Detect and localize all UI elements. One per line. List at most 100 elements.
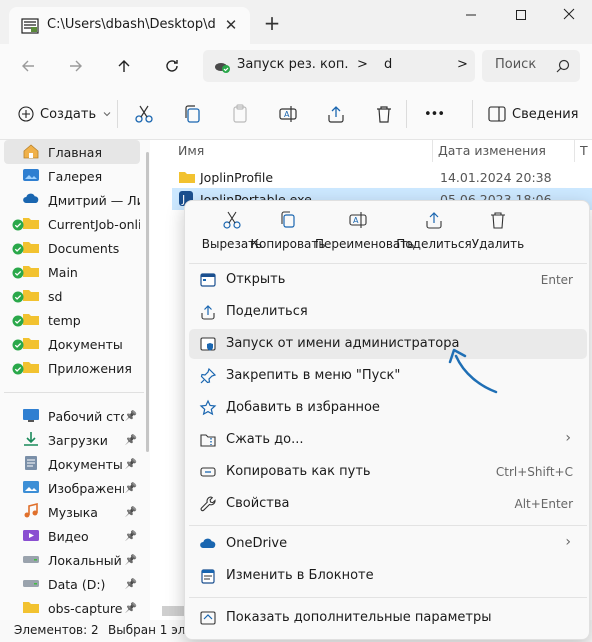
drive-icon bbox=[22, 551, 44, 569]
back-button[interactable] bbox=[14, 52, 42, 80]
sidebar-item[interactable]: Main bbox=[4, 260, 140, 284]
sidebar-item[interactable]: Галерея bbox=[4, 164, 140, 188]
sync-check-icon bbox=[12, 363, 24, 375]
sidebar-item-label: Documents bbox=[48, 240, 120, 256]
scissors-icon[interactable] bbox=[132, 102, 156, 126]
arrow-right-icon bbox=[70, 60, 82, 72]
sidebar-item[interactable]: CurrentJob-onli bbox=[4, 212, 140, 236]
menu-item-share[interactable]: Поделиться bbox=[189, 297, 587, 327]
sync-check-icon bbox=[12, 291, 24, 303]
toolbar-divider bbox=[472, 100, 473, 128]
share-icon[interactable] bbox=[324, 102, 348, 126]
sidebar-item-label: Видео bbox=[48, 528, 89, 544]
menu-item-add-favorites[interactable]: Добавить в избранное bbox=[189, 393, 587, 423]
sidebar-item-label: Главная bbox=[48, 144, 102, 160]
sidebar-item[interactable]: Локальный ди📌 bbox=[4, 548, 140, 572]
file-row-folder[interactable]: JoplinProfile 14.01.2024 20:38 bbox=[172, 166, 592, 188]
menu-item-label: Запуск от имени администратора bbox=[226, 336, 460, 351]
search-input[interactable]: Поиск bbox=[482, 50, 580, 82]
menu-item-open[interactable]: Открыть Enter bbox=[189, 265, 587, 295]
sidebar-item[interactable]: Документы 📌 bbox=[4, 452, 140, 476]
up-button[interactable] bbox=[110, 52, 138, 80]
menu-item-notepad[interactable]: Изменить в Блокноте bbox=[189, 561, 587, 591]
sidebar-item[interactable]: obs-capture 📌 bbox=[4, 596, 140, 620]
sidebar-item-label: obs-capture bbox=[48, 600, 123, 616]
sidebar-item-label: sd bbox=[48, 288, 63, 304]
column-header-date[interactable]: Дата изменения bbox=[438, 140, 546, 162]
menu-item-properties[interactable]: Свойства Alt+Enter bbox=[189, 489, 587, 519]
sidebar-item-label: Изображения bbox=[48, 480, 124, 496]
breadcrumb-chevron-icon[interactable]: > bbox=[457, 57, 468, 72]
new-tab-button[interactable]: + bbox=[261, 12, 283, 34]
sidebar-item[interactable]: Documents bbox=[4, 236, 140, 260]
sidebar-item[interactable]: Дмитрий — Личн bbox=[4, 188, 140, 212]
refresh-button[interactable] bbox=[158, 52, 186, 80]
create-button[interactable]: Создать bbox=[18, 102, 112, 126]
shortcut-label: Enter bbox=[540, 273, 573, 287]
sidebar-item[interactable]: Музыка 📌 bbox=[4, 500, 140, 524]
sync-check-icon bbox=[12, 267, 24, 279]
breadcrumb-d[interactable]: d bbox=[384, 57, 392, 72]
menu-item-copy-path[interactable]: Копировать как путь Ctrl+Shift+C bbox=[189, 457, 587, 487]
paste-icon[interactable] bbox=[228, 102, 252, 126]
trash-icon[interactable] bbox=[372, 102, 396, 126]
rename-icon[interactable]: A bbox=[276, 102, 300, 126]
breadcrumb-chevron-icon[interactable]: > bbox=[357, 57, 368, 72]
pin-icon: 📌 bbox=[124, 602, 138, 614]
sidebar-item[interactable]: sd bbox=[4, 284, 140, 308]
column-header-name[interactable]: Имя bbox=[178, 140, 204, 162]
menu-item-compress[interactable]: Сжать до... › bbox=[189, 425, 587, 455]
maximize-button[interactable] bbox=[498, 6, 544, 28]
sidebar-item-label: Документы bbox=[48, 456, 123, 472]
minimize-button[interactable] bbox=[448, 6, 494, 28]
sidebar-item[interactable]: Приложения bbox=[4, 356, 140, 380]
refresh-icon bbox=[166, 60, 178, 72]
sidebar-item-label: Галерея bbox=[48, 168, 103, 184]
scissors-icon bbox=[223, 211, 241, 229]
more-options-icon bbox=[200, 611, 216, 625]
breadcrumb-backup[interactable]: Запуск рез. коп. bbox=[237, 57, 349, 72]
menu-item-onedrive[interactable]: OneDrive › bbox=[189, 529, 587, 559]
onedrive-icon bbox=[200, 538, 216, 548]
desktop-icon bbox=[22, 407, 44, 425]
column-header-type[interactable]: Т bbox=[580, 140, 588, 162]
folder-icon bbox=[12, 359, 44, 377]
sync-check-icon bbox=[12, 219, 24, 231]
sidebar-item[interactable]: Изображения📌 bbox=[4, 476, 140, 500]
sidebar-item[interactable]: Data (D:) 📌 bbox=[4, 572, 140, 596]
context-menu: Вырезать Копировать A Переименовать Поде… bbox=[184, 200, 590, 640]
menu-item-pin-start[interactable]: Закрепить в меню "Пуск" bbox=[189, 361, 587, 391]
menu-divider bbox=[189, 263, 587, 264]
more-options-button[interactable]: ••• bbox=[424, 102, 445, 126]
sidebar-item[interactable]: Рабочий стол📌 bbox=[4, 404, 140, 428]
menu-item-run-as-admin[interactable]: Запуск от имени администратора bbox=[189, 329, 587, 359]
sidebar-item[interactable]: Видео 📌 bbox=[4, 524, 140, 548]
menu-divider bbox=[189, 525, 587, 526]
sidebar-item[interactable]: temp bbox=[4, 308, 140, 332]
tab-current[interactable]: C:\Users\dbash\Desktop\d ✕ bbox=[9, 7, 250, 44]
menu-item-label: Сжать до... bbox=[226, 432, 304, 447]
folder-icon bbox=[12, 311, 44, 329]
details-label: Сведения bbox=[512, 106, 579, 122]
pin-icon: 📌 bbox=[124, 530, 138, 542]
command-bar: Создать A ••• Сведения bbox=[0, 88, 592, 140]
sidebar-item[interactable]: Загрузки 📌 bbox=[4, 428, 140, 452]
copy-icon[interactable] bbox=[180, 102, 204, 126]
file-name: JoplinProfile bbox=[200, 170, 274, 185]
sidebar-scrollbar[interactable] bbox=[146, 152, 149, 452]
navigation-pane: Главная Галерея Дмитрий — Личн CurrentJob-o… bbox=[0, 140, 150, 620]
rename-button[interactable]: A Переименовать bbox=[315, 209, 414, 257]
horizontal-scrollbar[interactable] bbox=[162, 606, 184, 616]
toolbar-divider bbox=[117, 100, 118, 128]
sidebar-item[interactable]: Главная bbox=[4, 140, 140, 164]
delete-button[interactable]: Удалить bbox=[455, 209, 541, 257]
sidebar-item[interactable]: Документы bbox=[4, 332, 140, 356]
sync-check-icon bbox=[12, 339, 24, 351]
details-button[interactable]: Сведения bbox=[488, 102, 579, 126]
close-window-button[interactable] bbox=[546, 6, 592, 28]
menu-item-more-options[interactable]: Показать дополнительные параметры bbox=[189, 603, 587, 633]
delete-label: Удалить bbox=[471, 237, 525, 251]
close-tab-icon[interactable]: ✕ bbox=[221, 15, 241, 35]
forward-button[interactable] bbox=[62, 52, 90, 80]
address-bar[interactable]: Запуск рез. коп. > d > bbox=[203, 50, 475, 82]
